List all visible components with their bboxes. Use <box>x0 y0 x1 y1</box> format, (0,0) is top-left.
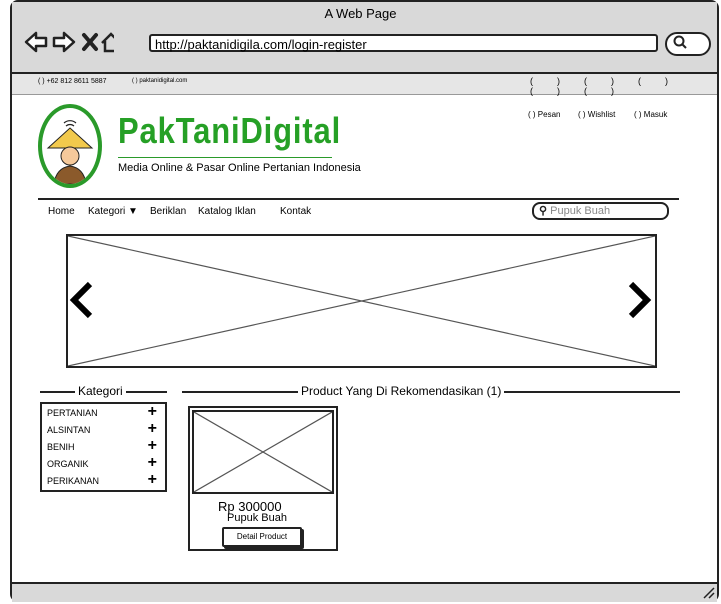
wishlist-link[interactable]: ( ) Wishlist <box>578 110 615 119</box>
farmer-logo-icon <box>46 120 94 184</box>
menu-kategori[interactable]: Kategori ▼ <box>88 206 138 217</box>
category-list: PERTANIAN + ALSINTAN + BENIH + ORGANIK +… <box>40 402 167 492</box>
menu-kontak[interactable]: Kontak <box>280 206 311 217</box>
recommended-heading: Product Yang Di Rekomendasikan (1) <box>298 384 505 398</box>
menu-katalog[interactable]: Katalog Iklan <box>198 206 256 217</box>
banner-carousel <box>66 234 657 368</box>
category-item[interactable]: BENIH <box>47 442 75 452</box>
category-item[interactable]: PERIKANAN <box>47 476 99 486</box>
masuk-link[interactable]: ( ) Masuk <box>634 110 667 119</box>
image-placeholder <box>193 411 333 493</box>
product-image[interactable] <box>192 410 334 494</box>
chevron-right-icon[interactable] <box>627 280 653 320</box>
category-item[interactable]: PERTANIAN <box>47 408 98 418</box>
nav-buttons <box>24 31 114 53</box>
kategori-heading: Kategori <box>75 384 126 398</box>
home-icon[interactable] <box>101 32 114 53</box>
url-bar[interactable]: http://paktanidigila.com/login-register <box>149 34 658 52</box>
resize-handle-icon[interactable] <box>702 586 716 600</box>
search-icon <box>673 35 687 49</box>
brand-divider <box>118 157 332 158</box>
category-item[interactable]: ALSINTAN <box>47 425 90 435</box>
caret-down-icon: ▼ <box>128 206 138 217</box>
phone-text: +62 812 8611 5887 <box>46 78 107 85</box>
browser-search-button[interactable] <box>665 32 711 56</box>
category-label: ALSINTAN <box>47 425 91 435</box>
category-item[interactable]: ORGANIK <box>47 459 89 469</box>
category-label: ORGANIK <box>47 459 89 469</box>
chevron-left-icon[interactable] <box>68 280 94 320</box>
plus-icon[interactable]: + <box>148 421 157 437</box>
search-icon: ⚲ <box>539 205 548 217</box>
window-title: A Web Page <box>324 6 397 21</box>
detail-product-button[interactable]: Detail Product <box>222 527 302 547</box>
website-contact: ( ) paktanidigital.com <box>132 78 188 84</box>
menu-kategori-label: Kategori <box>88 206 126 217</box>
product-name: Pupuk Buah <box>227 512 287 524</box>
wishlist-label: Wishlist <box>587 110 616 119</box>
brand-tagline: Media Online & Pasar Online Pertanian In… <box>118 162 361 174</box>
brand-name: PakTaniDigital <box>118 110 342 151</box>
website-text: paktanidigital.com <box>139 78 188 84</box>
phone-contact: ( ) +62 812 8611 5887 <box>38 78 107 85</box>
forward-arrow-icon[interactable] <box>52 31 76 53</box>
close-icon[interactable] <box>82 33 98 51</box>
logo <box>38 104 102 188</box>
plus-icon[interactable]: + <box>148 472 157 488</box>
search-placeholder: Pupuk Buah <box>550 205 611 217</box>
category-label: BENIH <box>47 442 75 452</box>
category-label: PERIKANAN <box>47 476 100 486</box>
menu-home[interactable]: Home <box>48 206 75 217</box>
pesan-label: Pesan <box>537 110 561 119</box>
pesan-link[interactable]: ( ) Pesan <box>528 110 560 119</box>
site-search-input[interactable]: ⚲ Pupuk Buah <box>532 202 669 220</box>
menu-beriklan[interactable]: Beriklan <box>150 206 186 217</box>
plus-icon[interactable]: + <box>148 404 157 420</box>
masuk-label: Masuk <box>643 110 668 119</box>
status-bar <box>12 582 717 602</box>
category-label: PERTANIAN <box>47 408 98 418</box>
plus-icon[interactable]: + <box>148 455 157 471</box>
back-arrow-icon[interactable] <box>24 31 48 53</box>
social-icons[interactable]: ()()()()() <box>530 76 721 96</box>
image-placeholder <box>68 236 655 366</box>
plus-icon[interactable]: + <box>148 438 157 454</box>
header-divider <box>38 198 679 200</box>
